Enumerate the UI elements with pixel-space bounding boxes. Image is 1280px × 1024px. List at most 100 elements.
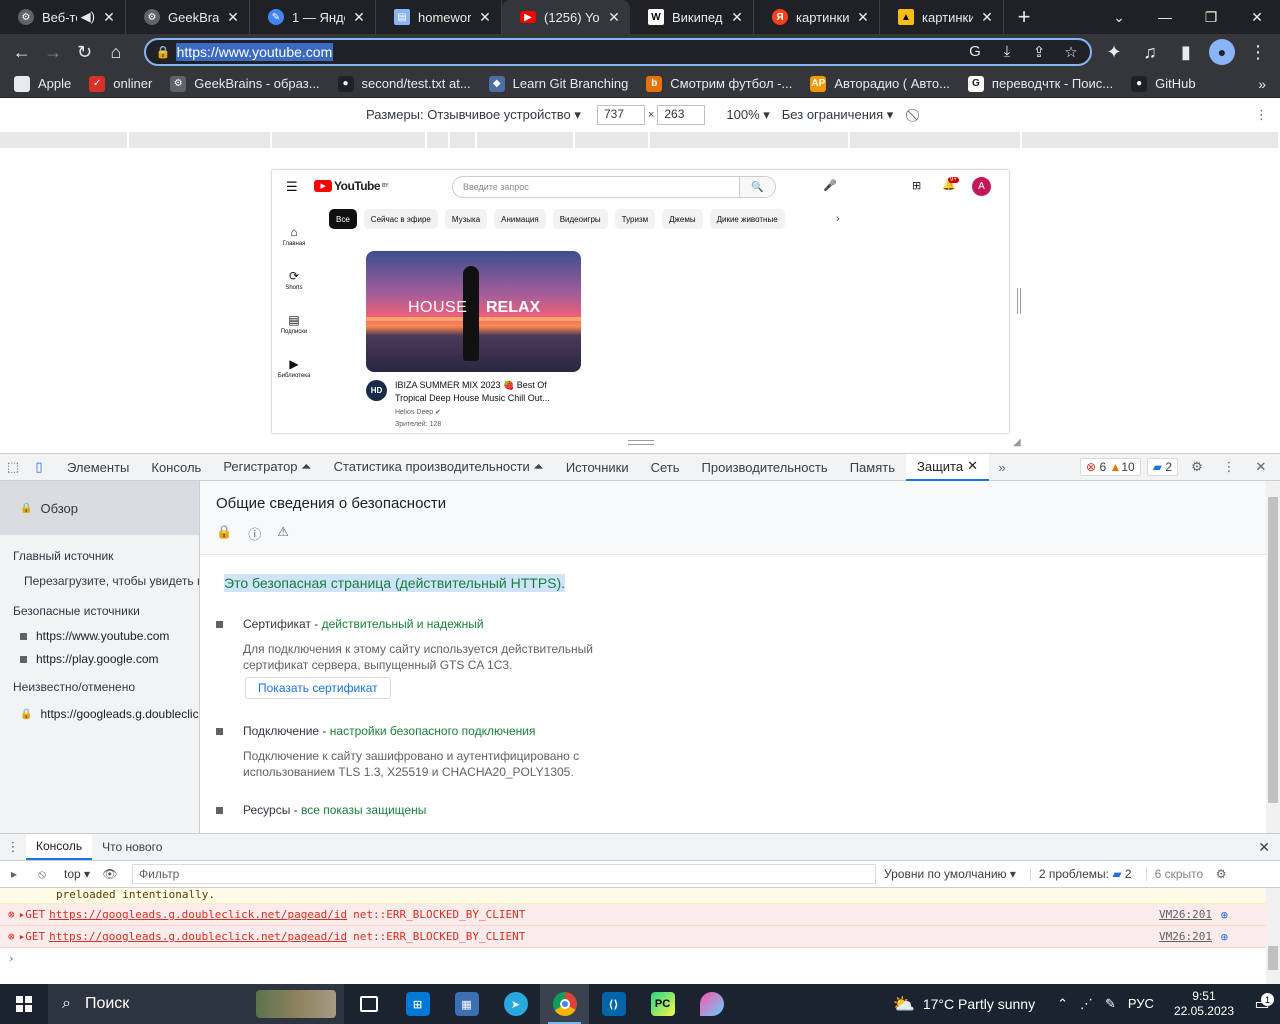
calculator-app[interactable]: ▦ — [442, 984, 491, 1024]
bookmark-item[interactable]: ✓ onliner — [89, 75, 152, 92]
paint-app[interactable] — [687, 984, 736, 1024]
bookmark-item[interactable]: b Смотрим футбол -... — [646, 75, 792, 92]
sidepanel-icon[interactable]: ▮ — [1170, 36, 1202, 68]
source-link[interactable]: VM26:201 — [1159, 908, 1212, 921]
bell-icon[interactable]: 🔔 9+ — [942, 177, 959, 191]
error-warning-counter[interactable]: ⊗ 6 ▲10 — [1080, 458, 1141, 476]
height-input[interactable]: 263 — [657, 105, 706, 125]
youtube-logo[interactable]: ▶ YouTube BY — [314, 179, 388, 193]
tab-kartinki-1[interactable]: Я картинки - ✕ — [754, 0, 880, 34]
url-text[interactable]: https://www.youtube.com — [175, 43, 334, 61]
channel-name[interactable]: Helios Deep ✔ — [395, 408, 441, 416]
search-box[interactable]: Введите запрос 🔍 — [452, 176, 776, 198]
lock-icon[interactable]: 🔒 — [156, 45, 176, 59]
close-icon[interactable]: ✕ — [1258, 839, 1270, 856]
tab-youtube[interactable]: ▶ (1256) YouT ✕ — [502, 0, 630, 34]
bookmark-item[interactable]: ⚙ GeekBrains - образ... — [170, 75, 320, 92]
bookmark-item[interactable]: AP Авторадио ( Авто... — [810, 75, 950, 92]
yt-sidebar-item[interactable]: ⌂ Главная — [272, 214, 316, 258]
origin-item[interactable]: https://play.google.com — [0, 645, 199, 668]
request-url[interactable]: https://googleads.g.doubleclick.net/page… — [49, 930, 347, 943]
tab-whats-new[interactable]: Что нового — [92, 834, 172, 860]
more-icon[interactable]: ⋮ — [1255, 107, 1268, 123]
throttle-dropdown[interactable]: Без ограничения ▾ — [782, 107, 894, 123]
chip-3[interactable]: Анимация — [494, 209, 546, 229]
pycharm-app[interactable]: PC — [638, 984, 687, 1024]
scrollbar[interactable] — [1266, 481, 1280, 833]
eye-icon[interactable]: 👁 — [96, 867, 124, 881]
channel-avatar[interactable]: HD — [366, 380, 387, 401]
tab-kartinki-2[interactable]: ▲ картинки: ✕ — [880, 0, 1004, 34]
filter-input[interactable]: Фильтр — [132, 864, 877, 884]
device-toggle-icon[interactable]: ▯ — [26, 454, 52, 480]
devtools-tab-0[interactable]: Элементы — [56, 454, 140, 481]
close-icon[interactable]: ✕ — [477, 9, 493, 26]
bookmark-item[interactable]: ◆ Learn Git Branching — [488, 75, 628, 92]
chevron-down-icon[interactable]: ⌄ — [1096, 0, 1142, 34]
close-window-button[interactable]: ✕ — [1234, 0, 1280, 34]
origin-item[interactable]: 🔒 https://googleads.g.doubleclick — [0, 700, 199, 723]
close-icon[interactable]: ✕ — [729, 9, 745, 26]
devtools-tab-2[interactable]: Регистратор ⏶ — [212, 454, 322, 481]
zoom-dropdown[interactable]: 100% ▾ — [726, 107, 769, 123]
wifi-icon[interactable]: ⋰ — [1080, 996, 1093, 1012]
expand-icon[interactable]: ▸ — [19, 908, 26, 921]
close-icon[interactable]: ✕ — [855, 9, 871, 26]
minimize-button[interactable]: — — [1142, 0, 1188, 34]
problems-button[interactable]: 2 проблемы: ▰ 2 — [1029, 867, 1132, 881]
close-icon[interactable]: ✕ — [101, 9, 117, 26]
chip-6[interactable]: Джемы — [662, 209, 703, 229]
address-bar[interactable]: 🔒 https://www.youtube.com G ⤓ ⇪ ☆ — [143, 38, 1092, 66]
devtools-tab-8[interactable]: Защита ✕ — [905, 453, 989, 481]
video-thumbnail[interactable]: HOUSE RELAX — [366, 251, 581, 372]
devtools-tab-3[interactable]: Статистика производительности ⏶ — [323, 454, 555, 481]
devtools-tab-5[interactable]: Сеть — [640, 454, 691, 481]
inspect-icon[interactable]: ⬚ — [0, 454, 26, 480]
bookmark-item[interactable]: ● GitHub — [1131, 75, 1196, 92]
profile-button[interactable]: ● — [1206, 36, 1238, 68]
gear-icon[interactable]: ⚙ — [1184, 454, 1210, 480]
menu-icon[interactable]: ⋮ — [1242, 36, 1274, 68]
bookmark-item[interactable]: Apple — [14, 75, 71, 92]
search-icon[interactable]: 🔍 — [739, 177, 775, 197]
taskbar-search[interactable]: ⌕ Поиск — [48, 984, 344, 1024]
language-indicator[interactable]: РУС — [1128, 996, 1154, 1012]
store-app[interactable]: ⊞ — [393, 984, 442, 1024]
more-bookmarks-icon[interactable]: » — [1258, 76, 1280, 92]
chip-7[interactable]: Дикие животные — [709, 209, 785, 229]
more-tabs-icon[interactable]: » — [989, 454, 1015, 480]
levels-dropdown[interactable]: Уровни по умолчанию ▾ — [884, 867, 1016, 881]
context-dropdown[interactable]: top ▾ — [64, 867, 90, 881]
bookmark-item[interactable]: ● second/test.txt at... — [337, 75, 471, 92]
telegram-app[interactable]: ➤ — [491, 984, 540, 1024]
weather-widget[interactable]: ⛅ 17°C Partly sunny — [880, 994, 1047, 1015]
chevron-up-icon[interactable]: ⌃ — [1057, 996, 1068, 1012]
scrollbar[interactable] — [1266, 888, 1280, 984]
source-link[interactable]: VM26:201 — [1159, 930, 1212, 943]
gear-icon[interactable]: ⚙ — [1207, 867, 1235, 881]
expand-icon[interactable]: ▸ — [19, 930, 26, 943]
new-tab-button[interactable]: + — [1004, 0, 1044, 34]
devtools-tab-1[interactable]: Консоль — [140, 454, 212, 481]
forward-button[interactable]: → — [37, 36, 68, 68]
chip-1[interactable]: Сейчас в эфире — [363, 209, 438, 229]
tab-console[interactable]: Консоль — [26, 834, 93, 860]
console-prompt[interactable]: › — [0, 948, 1266, 965]
speaker-icon[interactable]: ◀) — [81, 9, 95, 25]
hamburger-menu-icon[interactable]: ☰ — [286, 179, 298, 195]
close-icon[interactable]: ✕ — [606, 9, 622, 26]
task-view-button[interactable] — [344, 984, 393, 1024]
star-icon[interactable]: ☆ — [1060, 43, 1082, 61]
devtools-tab-7[interactable]: Память — [839, 454, 906, 481]
width-input[interactable]: 737 — [596, 105, 645, 125]
devtools-tab-4[interactable]: Источники — [555, 454, 640, 481]
chevron-right-icon[interactable]: › — [836, 213, 840, 225]
network-icon[interactable]: ⊕ — [1221, 930, 1228, 944]
close-icon[interactable]: ✕ — [967, 458, 978, 474]
tab-web[interactable]: ⚙ Веб-те ◀) ✕ — [0, 0, 126, 34]
close-icon[interactable]: ✕ — [351, 9, 367, 26]
origin-item[interactable]: https://www.youtube.com — [0, 622, 199, 645]
resize-handle-bottom[interactable] — [628, 440, 654, 445]
share-icon[interactable]: ⇪ — [1028, 43, 1050, 61]
notifications-button[interactable]: ▭ 1 — [1244, 993, 1280, 1014]
